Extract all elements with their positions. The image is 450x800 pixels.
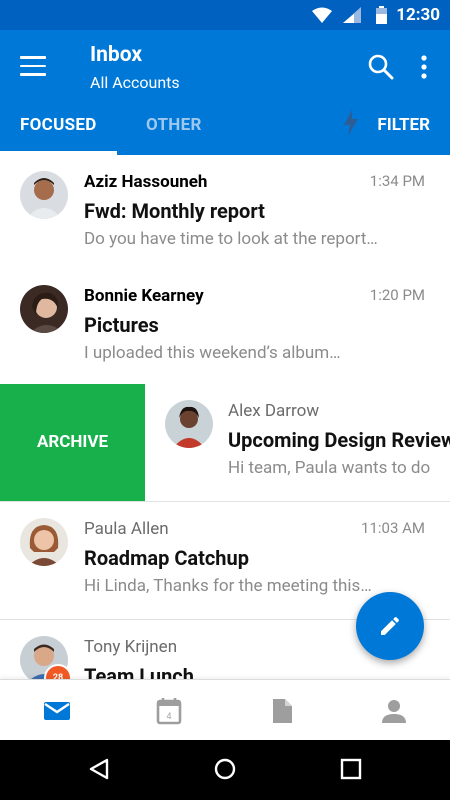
- email-subject: Roadmap Catchup: [84, 546, 249, 570]
- compose-button[interactable]: [356, 592, 424, 660]
- email-preview: Hi Linda, Thanks for the meeting this…: [84, 576, 372, 596]
- file-icon[interactable]: [267, 696, 297, 726]
- recents-icon[interactable]: [340, 758, 362, 780]
- status-bar: 12:30: [0, 0, 450, 30]
- cell-signal-icon: [343, 7, 361, 23]
- search-icon[interactable]: [368, 54, 394, 80]
- app-bar: Inbox All Accounts FOCUSED OTHER FILTER: [0, 30, 450, 155]
- sender-name: Bonnie Kearney: [84, 286, 204, 306]
- filter-button[interactable]: FILTER: [377, 115, 430, 135]
- bottom-nav: 4: [0, 679, 450, 740]
- archive-label: ARCHIVE: [36, 432, 109, 452]
- email-preview: Hi team, Paula wants to do: [228, 458, 431, 478]
- sender-name: Paula Allen: [84, 519, 169, 539]
- lightning-icon[interactable]: [343, 110, 359, 136]
- email-preview: Do you have time to look at the report…: [84, 229, 378, 249]
- battery-icon: [376, 6, 387, 24]
- more-vert-icon[interactable]: [420, 54, 428, 80]
- sender-name: Tony Krijnen: [84, 637, 178, 657]
- person-icon[interactable]: [379, 696, 409, 726]
- home-icon[interactable]: [214, 758, 236, 780]
- avatar: [20, 518, 68, 566]
- message-row[interactable]: Aziz Hassouneh Fwd: Monthly report Do yo…: [0, 155, 450, 273]
- email-time: 1:20 PM: [369, 286, 425, 304]
- mail-icon[interactable]: [42, 696, 72, 726]
- email-subject: Fwd: Monthly report: [84, 199, 265, 223]
- message-row-swiped[interactable]: ARCHIVE Alex Darrow Upcoming Design Revi…: [0, 384, 450, 502]
- email-time: 11:03 AM: [361, 519, 425, 537]
- avatar: [20, 285, 68, 333]
- back-icon[interactable]: [88, 758, 110, 780]
- page-title: Inbox: [90, 43, 143, 67]
- message-row[interactable]: Bonnie Kearney Pictures I uploaded this …: [0, 269, 450, 387]
- account-subtitle[interactable]: All Accounts: [90, 73, 180, 92]
- avatar: [165, 400, 213, 448]
- email-preview: I uploaded this weekend’s album…: [84, 343, 341, 363]
- pencil-icon: [381, 616, 400, 635]
- wifi-icon: [312, 7, 332, 23]
- calendar-day: 4: [166, 711, 171, 721]
- tab-focused[interactable]: FOCUSED: [20, 115, 97, 135]
- status-time: 12:30: [396, 5, 440, 25]
- avatar: [20, 171, 68, 219]
- calendar-icon[interactable]: 4: [154, 696, 184, 726]
- email-subject: Pictures: [84, 313, 159, 337]
- email-time: 1:34 PM: [369, 172, 425, 190]
- archive-action[interactable]: ARCHIVE: [0, 384, 145, 501]
- sender-name: Alex Darrow: [228, 401, 320, 421]
- email-subject: Team Lunch: [84, 664, 194, 679]
- system-nav-bar: [0, 740, 450, 800]
- sender-name: Aziz Hassouneh: [84, 172, 208, 192]
- calendar-badge: 28: [44, 664, 72, 679]
- email-subject: Upcoming Design Review: [228, 428, 450, 452]
- menu-icon[interactable]: [20, 56, 46, 76]
- tab-other[interactable]: OTHER: [146, 115, 202, 135]
